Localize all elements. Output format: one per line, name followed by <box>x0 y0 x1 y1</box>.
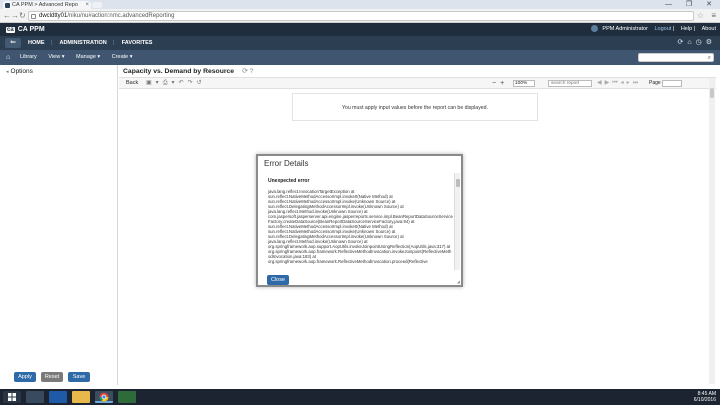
ca-logo-icon: ca <box>6 27 15 33</box>
separator: | <box>693 26 696 32</box>
dialog-scrollbar[interactable] <box>454 173 460 270</box>
back-button[interactable]: Back <box>126 78 138 89</box>
save-icon[interactable]: ▣▾ <box>146 80 163 86</box>
app-header: ca CA PPM PPM Administrator Logout | Help… <box>0 23 720 36</box>
report-search-input[interactable] <box>548 80 592 87</box>
menu-manage[interactable]: Manage ▾ <box>76 54 100 60</box>
close-tab-icon[interactable]: × <box>85 1 89 9</box>
app-icon[interactable] <box>118 391 136 403</box>
clock-date: 6/10/2016 <box>693 397 716 403</box>
separator: | <box>672 26 675 32</box>
error-content: Unexpected error java.lang.reflect.Invoc… <box>264 173 457 269</box>
user-bar: PPM Administrator Logout | Help | About <box>590 23 716 36</box>
error-details-dialog: Error Details Unexpected error java.lang… <box>256 154 463 287</box>
nav-back-icon[interactable]: ⇐ <box>5 38 21 48</box>
reset-button[interactable]: Reset <box>41 372 63 382</box>
scroll-thumb[interactable] <box>710 88 714 98</box>
error-heading: Unexpected error <box>268 178 310 184</box>
server-manager-icon[interactable] <box>26 391 44 403</box>
scroll-thumb[interactable] <box>456 179 460 187</box>
user-name: PPM Administrator <box>602 26 648 32</box>
redo-icon[interactable]: ↷ <box>188 80 197 86</box>
dialog-title: Error Details <box>264 159 309 168</box>
nav-home[interactable]: HOME <box>28 40 45 46</box>
global-search-input[interactable]: ⌕ <box>638 53 714 62</box>
window-controls[interactable]: — ❐ ✕ <box>665 0 718 9</box>
last-page-icon[interactable]: ⏭ <box>633 80 641 86</box>
url-input[interactable]: dwcldtty01/niku/nu#action:nmc.advancedRe… <box>28 11 694 21</box>
file-explorer-icon[interactable] <box>72 391 90 403</box>
options-sidebar: ◂ Options Apply Reset Save <box>4 65 118 385</box>
resize-handle-icon[interactable]: ◢ <box>457 279 460 284</box>
subnav-home-icon[interactable]: ⌂ <box>6 53 10 62</box>
first-page-icon[interactable]: ⏮ <box>612 80 620 86</box>
nav-favorites[interactable]: FAVORITES <box>122 40 153 46</box>
menu-view[interactable]: View ▾ <box>48 54 64 60</box>
page-info-icon <box>31 14 36 19</box>
options-header[interactable]: ◂ Options <box>6 67 33 76</box>
stack-trace: java.lang.reflect.InvocationTargetExcept… <box>268 189 453 264</box>
search-icon[interactable]: ⌕ <box>708 54 711 62</box>
logout-link[interactable]: Logout <box>654 26 671 32</box>
separator: | <box>50 40 52 46</box>
report-scrollbar[interactable] <box>709 78 715 384</box>
chrome-logo-icon <box>99 392 109 402</box>
brand-logo[interactable]: ca CA PPM <box>6 25 45 35</box>
browser-tab[interactable]: CA PPM > Advanced Repo × <box>3 1 91 9</box>
nav-administration[interactable]: ADMINISTRATION <box>59 40 106 46</box>
address-bar: ← → ↻ dwcldtty01/niku/nu#action:nmc.adva… <box>0 9 720 23</box>
windows-icon <box>8 393 16 401</box>
save-button[interactable]: Save <box>68 372 90 382</box>
close-button[interactable]: Close <box>267 275 289 285</box>
help-link[interactable]: Help <box>681 26 692 32</box>
undo-icon[interactable]: ↶ <box>179 80 188 86</box>
bookmark-star-icon[interactable]: ☆ <box>697 10 704 22</box>
new-tab-button[interactable] <box>92 2 102 8</box>
browser-tab-title: CA PPM > Advanced Repo <box>12 2 78 8</box>
system-tray[interactable]: 8:45 AM 6/10/2016 <box>694 389 716 405</box>
zoom-in-icon[interactable]: + <box>500 80 508 87</box>
url-host: dwcldtty01 <box>39 13 68 19</box>
page-number-input[interactable] <box>662 80 682 87</box>
report-title: Capacity vs. Demand by Resource <box>123 68 235 75</box>
menu-library[interactable]: Library <box>20 54 37 60</box>
undo-all-icon[interactable]: ↺ <box>197 80 206 86</box>
favicon-icon <box>5 2 10 8</box>
back-arrow-icon[interactable]: ← <box>3 10 11 22</box>
apply-button[interactable]: Apply <box>14 372 36 382</box>
separator: | <box>112 40 115 46</box>
gear-icon[interactable]: ⚙ <box>706 39 716 46</box>
chrome-icon[interactable] <box>95 391 113 403</box>
brand-name: CA PPM <box>17 26 45 33</box>
clock-icon[interactable]: ◷ <box>696 39 706 46</box>
menu-create[interactable]: Create ▾ <box>112 54 133 60</box>
forward-arrow-icon[interactable]: → <box>11 10 19 22</box>
about-link[interactable]: About <box>702 26 716 32</box>
os-taskbar: 8:45 AM 6/10/2016 <box>0 389 720 405</box>
collapse-icon[interactable]: ◂ <box>6 69 9 75</box>
powershell-icon[interactable] <box>49 391 67 403</box>
avatar <box>590 25 598 33</box>
main-nav: ⇐ HOME | ADMINISTRATION | FAVORITES ⟳⌂◷⚙ <box>0 36 720 50</box>
refresh-icon[interactable]: ⟳ <box>678 39 688 46</box>
report-help-icon[interactable]: ⟳ ? <box>242 68 253 75</box>
url-path: /niku/nu#action:nmc.advancedReporting <box>67 13 175 19</box>
home-icon[interactable]: ⌂ <box>687 39 695 46</box>
sub-nav: ⌂ Library View ▾ Manage ▾ Create ▾ ⌕ <box>0 50 720 65</box>
report-notice: You must apply input values before the r… <box>292 93 538 121</box>
browser-menu-icon[interactable]: ≡ <box>711 10 716 22</box>
reload-icon[interactable]: ↻ <box>19 10 26 22</box>
browser-tab-bar: CA PPM > Advanced Repo × — ❐ ✕ <box>0 0 720 9</box>
search-prev-icon[interactable]: ◀ <box>597 80 605 86</box>
options-label: Options <box>10 68 33 75</box>
report-toolbar: Back ▣▾⎙▾↶↷↺ −+ 100% ◀▶⏮◂▸⏭ Page <box>119 77 716 89</box>
zoom-select[interactable]: 100% <box>513 80 535 87</box>
page-label: Page <box>649 80 661 86</box>
start-button[interactable] <box>3 391 21 403</box>
export-icon[interactable]: ⎙▾ <box>163 80 179 86</box>
zoom-out-icon[interactable]: − <box>492 80 500 87</box>
